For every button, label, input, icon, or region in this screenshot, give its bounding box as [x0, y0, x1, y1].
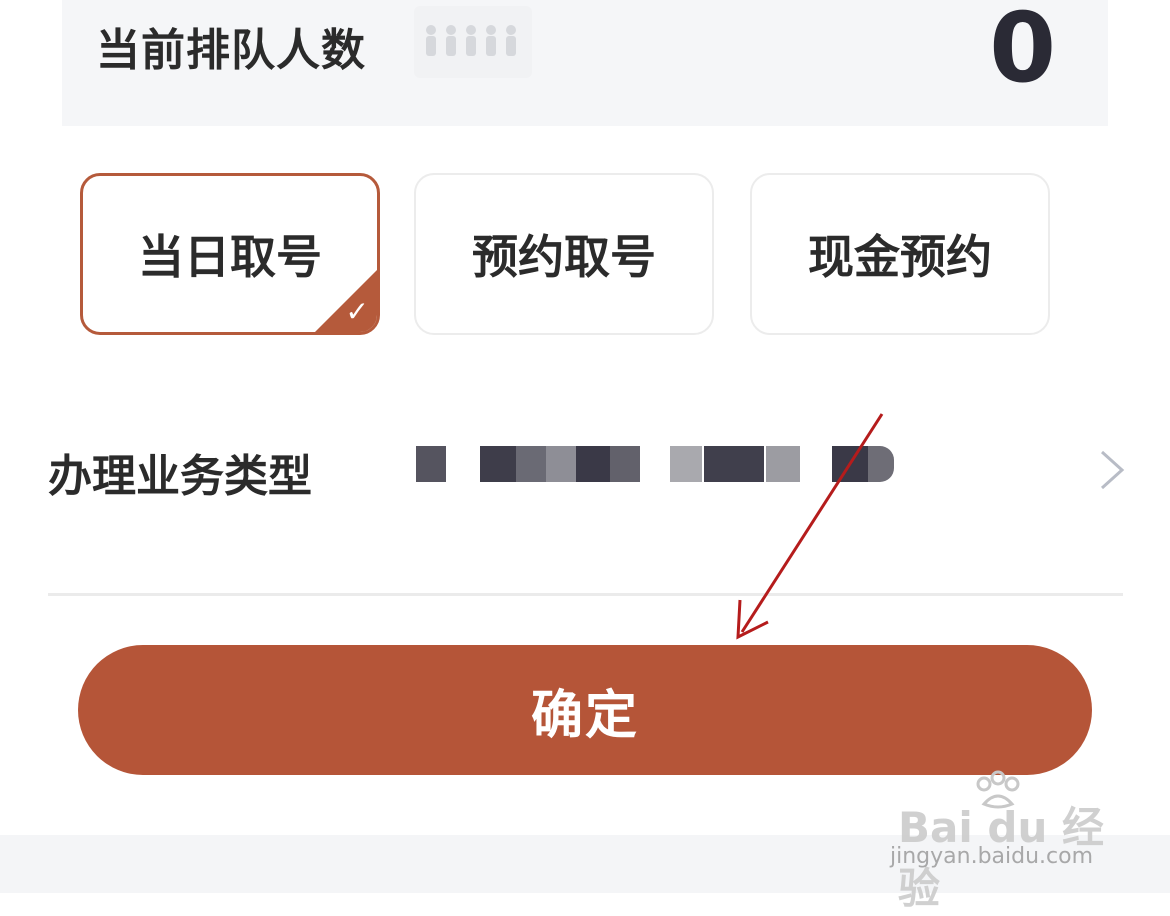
option-same-day-ticket[interactable]: 当日取号 ✓ — [80, 173, 380, 335]
queue-label: 当前排队人数 — [96, 25, 366, 76]
watermark-url: jingyan.baidu.com — [890, 844, 1094, 869]
queue-count: 0 — [989, 0, 1056, 104]
checkmark-icon: ✓ — [345, 295, 369, 328]
option-label: 当日取号 — [138, 230, 322, 284]
confirm-button[interactable]: 确定 — [78, 645, 1092, 775]
business-type-label: 办理业务类型 — [48, 451, 312, 502]
queue-card: 当前排队人数 0 — [62, 0, 1108, 126]
chevron-right-icon[interactable] — [1094, 448, 1128, 496]
baidu-watermark-logo: Bai du 经验 jingyan.baidu.com — [890, 770, 1120, 913]
divider — [48, 593, 1123, 596]
business-type-value-redacted[interactable] — [416, 442, 896, 486]
option-cash-reservation[interactable]: 现金预约 — [750, 173, 1050, 335]
option-reservation-ticket[interactable]: 预约取号 — [414, 173, 714, 335]
people-group-icon — [414, 6, 532, 78]
option-label: 预约取号 — [472, 230, 656, 284]
option-label: 现金预约 — [808, 230, 992, 284]
